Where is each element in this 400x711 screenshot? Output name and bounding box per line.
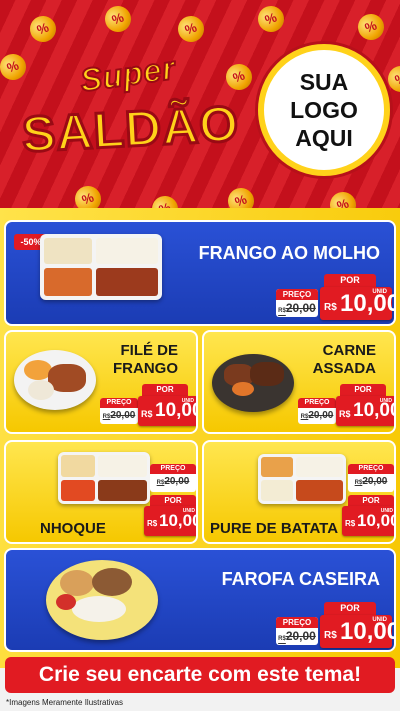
preco-label: PREÇO [348, 464, 394, 474]
unid-label: UNID [181, 398, 194, 404]
old-price-box: PREÇO R$20,00 [298, 398, 336, 424]
percent-coin-icon: % [354, 10, 388, 44]
currency-label: R$ [324, 630, 337, 641]
product-card-frango-ao-molho[interactable]: -50% FRANGO AO MOLHO POR PREÇO R$20,00 R… [4, 220, 396, 326]
unid-label: UNID [380, 508, 393, 514]
por-label: POR [324, 274, 376, 287]
new-price-box: R$ 10,00 UNID [342, 506, 396, 536]
old-price-box: PREÇO R$20,00 [276, 289, 318, 317]
percent-coin-icon: % [26, 12, 60, 46]
product-name: CARNE ASSADA [312, 342, 376, 377]
product-card-file-de-frango[interactable]: FILÉ DE FRANGO POR PREÇO R$20,00 R$ 10,0… [4, 330, 198, 434]
unid-label: UNID [372, 617, 387, 623]
por-label: POR [340, 384, 386, 396]
food-image-bowl [46, 560, 158, 640]
logo-placeholder: SUA LOGO AQUI [258, 44, 390, 176]
preco-label: PREÇO [276, 289, 318, 300]
old-price: R$20,00 [300, 410, 334, 421]
currency-label: R$ [141, 409, 153, 419]
old-price: R$20,00 [278, 301, 316, 315]
currency-label: R$ [147, 519, 158, 528]
cta-button[interactable]: Crie seu encarte com este tema! [5, 657, 395, 693]
price-tag: PREÇO R$20,00 POR R$ 10,00 UNID [144, 464, 198, 542]
disclaimer-text: *Imagens Meramente Ilustrativas [6, 698, 123, 707]
old-price-box: PREÇO R$20,00 [150, 464, 196, 492]
product-name: FAROFA CASEIRA [221, 569, 380, 589]
old-price-box: PREÇO R$20,00 [276, 617, 318, 645]
title-saldao: SALDÃO [19, 94, 242, 164]
percent-coin-icon: % [174, 12, 208, 46]
preco-label: PREÇO [276, 617, 318, 628]
logo-line-3: AQUI [295, 125, 353, 151]
logo-line-2: LOGO [290, 97, 358, 123]
new-price-box: R$ 10,00 UNID [138, 396, 196, 426]
title-super: Super [77, 49, 179, 100]
old-price: R$20,00 [354, 476, 388, 487]
price-tag: POR PREÇO R$20,00 R$ 10,00 UNID [100, 384, 196, 426]
flyer-page: % % % % % % % % % % % % Super SALDÃO SUA… [0, 0, 400, 711]
food-image-plate [212, 354, 294, 412]
food-image-tray [258, 454, 346, 504]
unid-label: UNID [372, 289, 387, 295]
product-name: FRANGO AO MOLHO [198, 243, 380, 263]
logo-line-1: SUA [299, 69, 349, 95]
currency-label: R$ [324, 302, 337, 313]
product-card-farofa-caseira[interactable]: FAROFA CASEIRA POR PREÇO R$20,00 R$ 10,0… [4, 548, 396, 652]
unid-label: UNID [182, 508, 195, 514]
new-price-box: R$ 10,00 UNID [336, 396, 394, 426]
price-tag: POR PREÇO R$20,00 R$ 10,00 UNID [298, 384, 394, 426]
currency-label: R$ [345, 519, 356, 528]
old-price-box: PREÇO R$20,00 [348, 464, 394, 492]
old-price: R$20,00 [102, 410, 136, 421]
price-tag: POR PREÇO R$20,00 R$ 10,00 UNID [276, 602, 394, 648]
price-tag: PREÇO R$20,00 POR R$ 10,00 UNID [340, 464, 396, 542]
old-price-box: PREÇO R$20,00 [100, 398, 138, 424]
new-price: 10,00 [340, 290, 396, 317]
product-name: PURE DE BATATA [210, 520, 339, 537]
food-image-tray [40, 234, 162, 300]
product-card-nhoque[interactable]: NHOQUE PREÇO R$20,00 POR R$ 10,00 UNID [4, 440, 198, 544]
old-price: R$20,00 [278, 629, 316, 643]
por-label: POR [324, 602, 376, 615]
preco-label: PREÇO [150, 464, 196, 474]
preco-label: PREÇO [100, 398, 138, 408]
old-price: R$20,00 [156, 476, 190, 487]
new-price: 10,00 [159, 511, 198, 530]
header-banner: % % % % % % % % % % % % Super SALDÃO SUA… [0, 0, 400, 212]
new-price: 10,00 [340, 618, 396, 645]
product-name: NHOQUE [40, 520, 106, 537]
percent-coin-icon: % [101, 2, 135, 36]
super-saldao-title: Super SALDÃO [18, 48, 243, 178]
product-card-pure-de-batata[interactable]: PURE DE BATATA PREÇO R$20,00 POR R$ 10,0… [202, 440, 396, 544]
product-name: FILÉ DE FRANGO [113, 342, 178, 377]
new-price-box: R$ 10,00 UNID [320, 287, 394, 320]
por-label: POR [348, 495, 394, 506]
preco-label: PREÇO [298, 398, 336, 408]
new-price: 10,00 [357, 511, 396, 530]
product-card-carne-assada[interactable]: CARNE ASSADA POR PREÇO R$20,00 R$ 10,00 … [202, 330, 396, 434]
por-label: POR [150, 495, 196, 506]
food-image-tray [58, 452, 150, 504]
por-label: POR [142, 384, 188, 396]
unid-label: UNID [379, 398, 392, 404]
percent-coin-icon: % [254, 2, 288, 36]
new-price-box: R$ 10,00 UNID [320, 615, 394, 648]
food-image-plate [14, 350, 96, 410]
currency-label: R$ [339, 409, 351, 419]
new-price-box: R$ 10,00 UNID [144, 506, 198, 536]
price-tag: POR PREÇO R$20,00 R$ 10,00 UNID [276, 274, 394, 320]
